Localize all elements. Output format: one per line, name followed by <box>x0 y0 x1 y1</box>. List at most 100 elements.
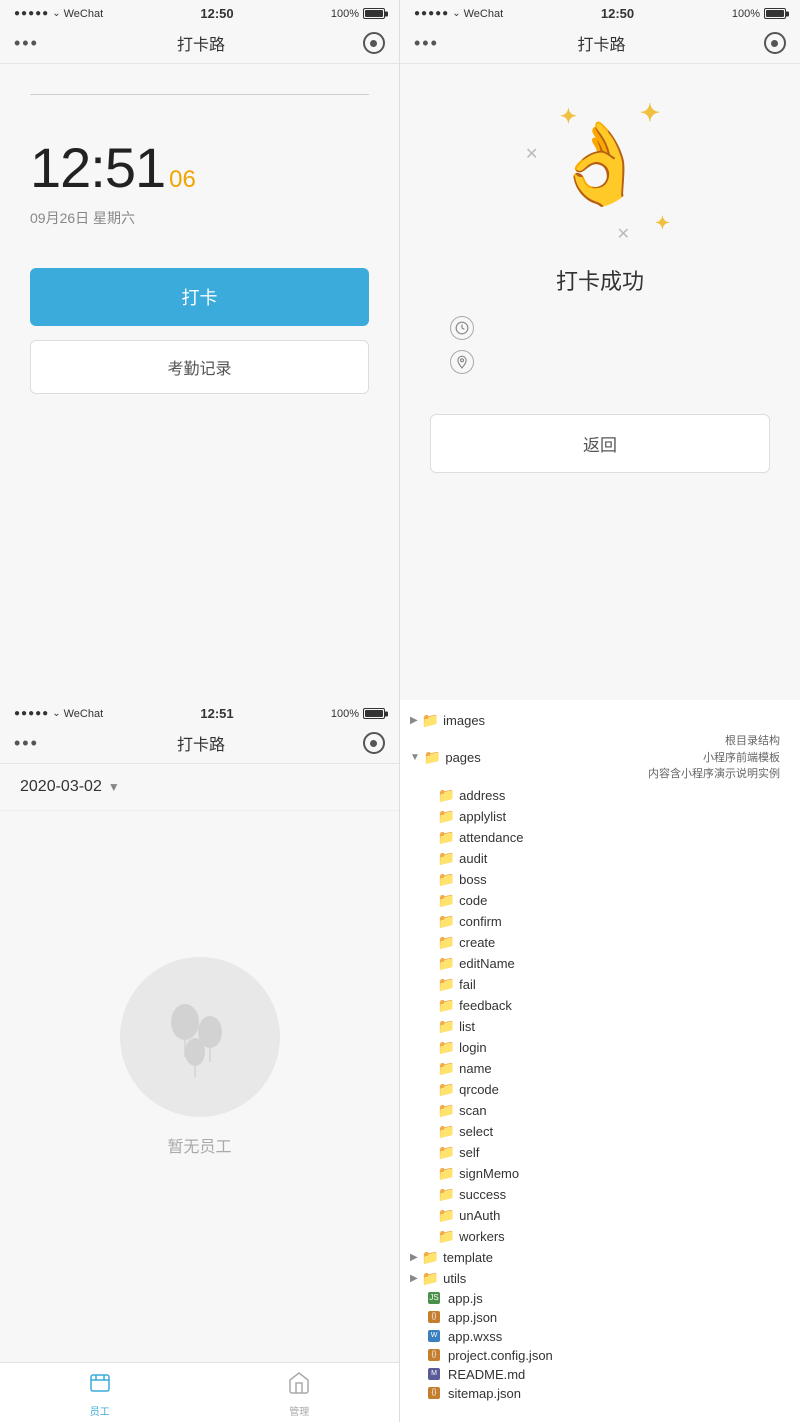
folder-icon-qrcode: 📁 <box>438 1081 455 1098</box>
tree-item-name[interactable]: ▶ 📁 name <box>400 1058 800 1079</box>
success-title: 打卡成功 <box>556 264 644 296</box>
tree-item-label-attendance: attendance <box>459 830 523 845</box>
status-bar-bottom: ●●●●● ⌄ WeChat 12:51 100% <box>0 700 399 725</box>
tree-item-utils[interactable]: ▶ 📁 utils <box>400 1268 800 1289</box>
tree-item-appjson[interactable]: {} app.json <box>400 1308 800 1327</box>
tree-item-create[interactable]: ▶ 📁 create <box>400 932 800 953</box>
tree-item-code[interactable]: ▶ 📁 code <box>400 890 800 911</box>
status-time-left: 12:50 <box>200 6 233 21</box>
return-button[interactable]: 返回 <box>430 414 770 473</box>
nav-circle-left[interactable] <box>363 32 385 54</box>
tree-item-label-code: code <box>459 893 487 908</box>
tree-item-self[interactable]: ▶ 📁 self <box>400 1142 800 1163</box>
sparkle-gray-icon-2: ✕ <box>617 224 630 244</box>
tree-item-appjs[interactable]: JS app.js <box>400 1289 800 1308</box>
folder-icon-fail: 📁 <box>438 976 455 993</box>
battery-icon-left <box>363 8 385 19</box>
tree-item-select[interactable]: ▶ 📁 select <box>400 1121 800 1142</box>
tree-item-workers[interactable]: ▶ 📁 workers <box>400 1226 800 1247</box>
tree-item-label-appwxss: app.wxss <box>448 1329 502 1344</box>
annotation-line2: 小程序前端模板 <box>648 750 780 767</box>
folder-icon-success: 📁 <box>438 1186 455 1203</box>
tree-item-appwxss[interactable]: W app.wxss <box>400 1327 800 1346</box>
tree-item-audit[interactable]: ▶ 📁 audit <box>400 848 800 869</box>
status-bar-left: ●●●●● ⌄ WeChat 12:50 100% <box>0 0 399 25</box>
tree-item-sitemap[interactable]: {} sitemap.json <box>400 1384 800 1403</box>
tab-employee-label: 员工 <box>90 1403 110 1418</box>
carrier-left: WeChat <box>64 8 104 20</box>
tree-item-label-list: list <box>459 1019 475 1034</box>
tree-item-confirm[interactable]: ▶ 📁 confirm <box>400 911 800 932</box>
signal-dots-left: ●●●●● <box>14 8 49 19</box>
tree-item-login[interactable]: ▶ 📁 login <box>400 1037 800 1058</box>
tree-item-list[interactable]: ▶ 📁 list <box>400 1016 800 1037</box>
tree-item-readme[interactable]: M README.md <box>400 1365 800 1384</box>
tree-item-label-signmemo: signMemo <box>459 1166 519 1181</box>
tree-item-feedback[interactable]: ▶ 📁 feedback <box>400 995 800 1016</box>
tree-item-scan[interactable]: ▶ 📁 scan <box>400 1100 800 1121</box>
date-selector[interactable]: 2020-03-02 ▼ <box>0 764 399 811</box>
tab-employee[interactable]: 员工 <box>0 1371 200 1418</box>
tree-item-address[interactable]: ▶ 📁 address <box>400 785 800 806</box>
nav-bar-right: ••• 打卡路 <box>400 25 800 64</box>
tree-item-images[interactable]: ▶ 📁 images <box>400 710 800 731</box>
tree-item-projectconfig[interactable]: {} project.config.json <box>400 1346 800 1365</box>
tree-item-label-confirm: confirm <box>459 914 502 929</box>
phone-right: ●●●●● ⌄ WeChat 12:50 100% ••• 打卡路 ✦ ✦ <box>400 0 800 700</box>
tree-item-attendance[interactable]: ▶ 📁 attendance <box>400 827 800 848</box>
punch-button[interactable]: 打卡 <box>30 268 369 326</box>
tree-item-template[interactable]: ▶ 📁 template <box>400 1247 800 1268</box>
tree-item-success[interactable]: ▶ 📁 success <box>400 1184 800 1205</box>
phone-left-content: 12:51 06 09月26日 星期六 打卡 考勤记录 <box>0 64 399 700</box>
signal-dots-right: ●●●●● <box>414 8 449 19</box>
tree-item-qrcode[interactable]: ▶ 📁 qrcode <box>400 1079 800 1100</box>
folder-icon-workers: 📁 <box>438 1228 455 1245</box>
folder-icon-code: 📁 <box>438 892 455 909</box>
battery-area-bottom: 100% <box>331 708 385 720</box>
empty-employee-circle <box>120 957 280 1117</box>
file-icon-sitemap: {} <box>428 1387 440 1399</box>
folder-icon-feedback: 📁 <box>438 997 455 1014</box>
signal-bottom: ●●●●● ⌄ WeChat <box>14 708 103 720</box>
status-bar-right: ●●●●● ⌄ WeChat 12:50 100% <box>400 0 800 25</box>
tree-item-applylist[interactable]: ▶ 📁 applylist <box>400 806 800 827</box>
nav-circle-right[interactable] <box>764 32 786 54</box>
nav-circle-inner-right <box>771 40 778 47</box>
attendance-button[interactable]: 考勤记录 <box>30 340 369 394</box>
nav-bar-left: ••• 打卡路 <box>0 25 399 64</box>
tree-item-label-appjs: app.js <box>448 1291 483 1306</box>
clock-row <box>420 316 474 340</box>
nav-title-right: 打卡路 <box>577 31 625 55</box>
nav-circle-bottom[interactable] <box>363 732 385 754</box>
tree-item-editname[interactable]: ▶ 📁 editName <box>400 953 800 974</box>
signal-left: ●●●●● ⌄ WeChat <box>14 8 103 20</box>
nav-dots-bottom: ••• <box>14 733 39 754</box>
bottom-row: ●●●●● ⌄ WeChat 12:51 100% ••• 打卡路 2020-0… <box>0 700 800 1422</box>
arrow-icon-template: ▶ <box>410 1252 418 1263</box>
file-tree-panel: ▶ 📁 images ▼ 📁 pages 根目录结构 小程序前端模板 内容含小程… <box>400 700 800 1422</box>
tree-item-label-workers: workers <box>459 1229 505 1244</box>
tree-item-signmemo[interactable]: ▶ 📁 signMemo <box>400 1163 800 1184</box>
folder-icon-pages: 📁 <box>424 749 441 766</box>
tree-item-label-template: template <box>443 1250 493 1265</box>
phone-left: ●●●●● ⌄ WeChat 12:50 100% ••• 打卡路 12:51 … <box>0 0 400 700</box>
folder-icon-template: 📁 <box>422 1249 439 1266</box>
tab-manage[interactable]: 管理 <box>200 1371 400 1418</box>
tree-item-label-create: create <box>459 935 495 950</box>
nav-bar-bottom: ••• 打卡路 <box>0 725 399 764</box>
wifi-icon-bottom: ⌄ <box>52 708 60 719</box>
status-time-right: 12:50 <box>601 6 634 21</box>
tree-item-boss[interactable]: ▶ 📁 boss <box>400 869 800 890</box>
tree-item-fail[interactable]: ▶ 📁 fail <box>400 974 800 995</box>
tree-item-pages[interactable]: ▼ 📁 pages 根目录结构 小程序前端模板 内容含小程序演示说明实例 <box>400 731 800 785</box>
empty-employee-label: 暂无员工 <box>167 1133 231 1157</box>
balloon-svg <box>150 987 250 1087</box>
folder-icon-images: 📁 <box>422 712 439 729</box>
battery-pct-left: 100% <box>331 8 359 20</box>
nav-circle-inner-bottom <box>370 740 377 747</box>
tree-item-label-address: address <box>459 788 505 803</box>
folder-icon-confirm: 📁 <box>438 913 455 930</box>
folder-icon-boss: 📁 <box>438 871 455 888</box>
tree-item-label-editname: editName <box>459 956 515 971</box>
tree-item-unauth[interactable]: ▶ 📁 unAuth <box>400 1205 800 1226</box>
